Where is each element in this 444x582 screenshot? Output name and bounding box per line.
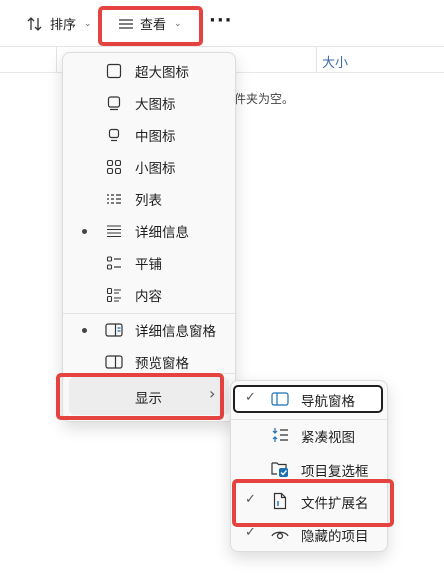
menu-item-medium-icons[interactable]: 中图标	[63, 120, 235, 150]
menu-item-details[interactable]: 详细信息	[63, 216, 235, 246]
sort-button[interactable]: 排序 ⌄	[26, 14, 92, 33]
item-checkboxes-icon	[271, 460, 289, 478]
menu-item-label: 内容	[135, 289, 162, 305]
selected-bullet-icon	[82, 328, 87, 333]
extra-large-icons-icon	[105, 62, 123, 80]
submenu-item-compact-view[interactable]: 紧凑视图	[231, 419, 387, 451]
menu-item-large-icons[interactable]: 大图标	[63, 88, 235, 118]
column-size-header[interactable]: 大小	[322, 52, 348, 71]
large-icons-icon	[105, 94, 123, 112]
menu-item-label: 小图标	[135, 161, 176, 177]
details-icon	[105, 222, 123, 240]
menu-item-label: 大图标	[135, 97, 176, 113]
menu-item-details-pane[interactable]: 详细信息窗格	[63, 315, 235, 345]
submenu-item-label: 隐藏的项目	[301, 529, 369, 545]
menu-item-extra-large-icons[interactable]: 超大图标	[63, 56, 235, 86]
menu-item-label: 详细信息	[135, 225, 189, 241]
column-divider	[56, 46, 57, 72]
highlight-view-button	[98, 6, 203, 46]
menu-item-label: 列表	[135, 193, 162, 209]
list-icon	[105, 190, 123, 208]
preview-pane-icon	[105, 353, 123, 371]
content-icon	[105, 286, 123, 304]
selected-bullet-icon	[82, 229, 87, 234]
sort-label: 排序	[50, 18, 77, 33]
chevron-down-icon: ⌄	[84, 18, 92, 29]
more-options-button[interactable]: ···	[209, 10, 233, 31]
check-icon: ✓	[245, 390, 256, 405]
menu-item-label: 预览窗格	[135, 356, 189, 372]
submenu-item-navigation-pane[interactable]: ✓ 导航窗格	[231, 383, 387, 415]
sort-arrows-icon	[26, 16, 44, 32]
menu-item-small-icons[interactable]: 小图标	[63, 152, 235, 182]
compact-view-icon	[271, 426, 289, 444]
menu-item-label: 详细信息窗格	[135, 324, 216, 340]
view-menu: 超大图标 大图标 中图标 小图标 列表 详细信息 平铺 内容 详细信息窗格 预览…	[62, 52, 236, 422]
command-bar: 排序 ⌄ 查看 ⌄ ···	[0, 0, 444, 47]
highlight-show-item	[56, 373, 224, 420]
submenu-item-label: 项目复选框	[301, 464, 369, 480]
highlight-file-extension	[232, 479, 394, 527]
check-icon: ✓	[245, 525, 256, 540]
tiles-icon	[105, 254, 123, 272]
small-icons-icon	[105, 158, 123, 176]
menu-item-label: 中图标	[135, 129, 176, 145]
medium-icons-icon	[105, 126, 123, 144]
eye-icon	[271, 525, 289, 543]
submenu-item-label: 紧凑视图	[301, 430, 355, 446]
menu-item-label: 平铺	[135, 257, 162, 273]
menu-item-content[interactable]: 内容	[63, 280, 235, 310]
column-divider	[316, 46, 317, 72]
navigation-pane-icon	[271, 390, 289, 408]
details-pane-icon	[105, 321, 123, 339]
menu-item-list[interactable]: 列表	[63, 184, 235, 214]
menu-separator	[63, 313, 235, 314]
submenu-item-label: 导航窗格	[301, 394, 355, 410]
menu-item-label: 超大图标	[135, 65, 189, 81]
menu-item-tiles[interactable]: 平铺	[63, 248, 235, 278]
